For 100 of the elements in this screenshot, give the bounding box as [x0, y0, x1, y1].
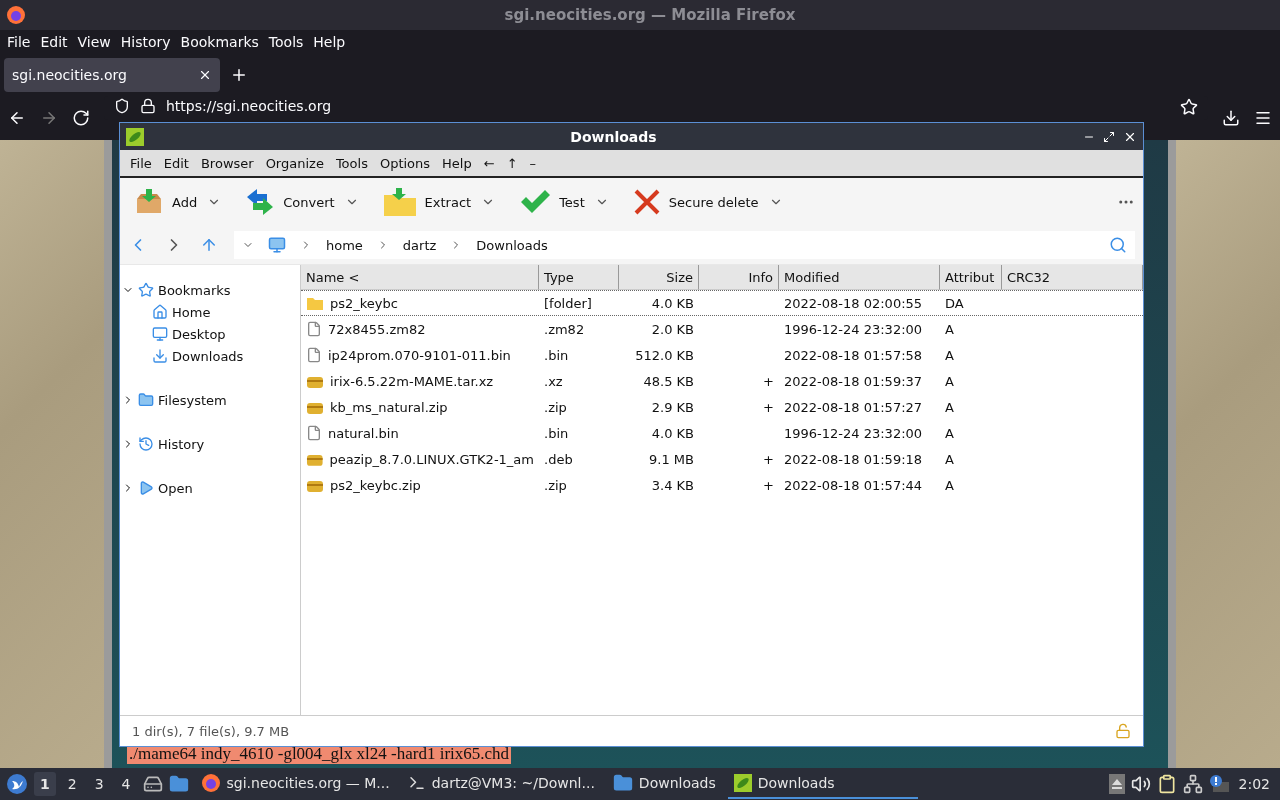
folder-icon[interactable] [168, 774, 189, 794]
menu-item[interactable]: File [2, 34, 36, 50]
menu-item[interactable]: Tools [263, 34, 309, 50]
forward-icon[interactable] [40, 109, 58, 127]
workspace-button[interactable]: 3 [88, 772, 110, 796]
menu-item[interactable]: Organize [259, 155, 330, 171]
network-icon[interactable] [1182, 774, 1203, 794]
column-header[interactable]: Modified [779, 265, 940, 290]
taskbar-item[interactable]: dartz@VM3: ~/Downl... [401, 769, 601, 799]
menu-item[interactable]: Bookmarks [175, 34, 264, 50]
table-cell-text: 4.0 KB [650, 424, 695, 443]
eject-icon[interactable] [1108, 774, 1125, 794]
file-row[interactable]: irix-6.5.22m-MAME.tar.xz .xz 48.5 KB + 2022-08-18 01:59:37 A [301, 368, 1143, 394]
peazip-icon [126, 127, 144, 146]
menu-item[interactable]: Help [436, 155, 478, 171]
table-cell-text: .xz [543, 372, 564, 391]
bookmark-star-icon[interactable] [1180, 98, 1198, 116]
toolbar-button[interactable]: Secure delete [626, 188, 765, 216]
start-menu-icon[interactable] [6, 773, 28, 795]
breadcrumb-item[interactable]: home [326, 237, 363, 253]
table-cell-text: .bin [543, 424, 570, 443]
taskbar-item[interactable]: Downloads [606, 769, 722, 799]
column-header[interactable]: CRC32 [1002, 265, 1143, 290]
menu-item[interactable]: Edit [157, 155, 195, 171]
menu-item[interactable]: Help [308, 34, 351, 50]
menu-icon[interactable] [1254, 109, 1272, 127]
toolbar-button[interactable]: Extract [376, 187, 478, 217]
tree-item[interactable]: Bookmarks [120, 279, 300, 301]
lock-icon [140, 98, 156, 114]
new-tab-icon[interactable] [230, 66, 248, 84]
toolbar-button[interactable]: Add [128, 187, 204, 217]
file-row[interactable]: natural.bin .bin 4.0 KB 1996-12-24 23:32:00 A [301, 420, 1143, 446]
file-name-cell[interactable]: irix-6.5.22m-MAME.tar.xz [301, 369, 539, 393]
volume-icon[interactable] [1130, 774, 1151, 794]
tree-label: Bookmarks [158, 282, 231, 298]
menu-item[interactable]: History [115, 34, 176, 50]
folder-icon [138, 392, 154, 408]
table-cell-text: 2022-08-18 01:59:18 [783, 450, 924, 469]
menu-item[interactable]: File [124, 155, 158, 171]
toolbar-button[interactable]: Test [513, 188, 591, 216]
file-row[interactable]: ps2_keybc [folder] 4.0 KB 2022-08-18 02:00:55 DA [301, 290, 1143, 316]
home-icon [152, 304, 168, 320]
workspace-button[interactable]: 1 [34, 772, 56, 796]
path-bar[interactable]: home dartz Downloads [234, 231, 1135, 259]
menu-item[interactable]: Browser [194, 155, 260, 171]
workspace-button[interactable]: 2 [61, 772, 83, 796]
table-cell-text: A [944, 450, 955, 469]
tree-item[interactable]: History [120, 433, 300, 455]
up-icon[interactable] [200, 236, 218, 254]
drive-icon[interactable] [142, 774, 163, 794]
file-name-cell[interactable]: 72x8455.zm82 [301, 317, 539, 341]
breadcrumb-item[interactable]: Downloads [476, 237, 548, 253]
column-header[interactable]: Type [539, 265, 619, 290]
workspace-button[interactable]: 4 [115, 772, 137, 796]
file-row[interactable]: 72x8455.zm82 .zm82 2.0 KB 1996-12-24 23:32:00 A [301, 316, 1143, 342]
menu-item[interactable]: Edit [35, 34, 73, 50]
menu-item[interactable]: – [523, 155, 543, 171]
taskbar-item[interactable]: Downloads [727, 769, 918, 799]
file-row[interactable]: kb_ms_natural.zip .zip 2.9 KB + 2022-08-18 01:57:27 A [301, 394, 1143, 420]
tree-item[interactable]: Downloads [120, 345, 300, 367]
file-row[interactable]: ps2_keybc.zip .zip 3.4 KB + 2022-08-18 01:57:44 A [301, 472, 1143, 498]
column-header[interactable]: Name < [301, 265, 539, 290]
menu-item[interactable]: ← [477, 155, 501, 171]
column-header[interactable]: Attribut [940, 265, 1002, 290]
tree-item[interactable]: Desktop [120, 323, 300, 345]
toolbar-button[interactable]: Convert [239, 187, 341, 217]
browser-tab[interactable]: sgi.neocities.org [4, 58, 220, 92]
file-row[interactable]: peazip_8.7.0.LINUX.GTK2-1_am .deb 9.1 MB + 2022-08-18 01:59:18 A [301, 446, 1143, 472]
status-text: 1 dir(s), 7 file(s), 9.7 MB [132, 723, 290, 739]
column-header[interactable]: Info [699, 265, 779, 290]
table-cell-text: 2022-08-18 01:57:58 [783, 346, 924, 365]
menu-item[interactable]: View [72, 34, 116, 50]
tree-item[interactable]: Home [120, 301, 300, 323]
file-row[interactable]: ip24prom.070-9101-011.bin .bin 512.0 KB 2022-08-18 01:57:58 A [301, 342, 1143, 368]
breadcrumb-item[interactable]: dartz [402, 237, 437, 253]
table-cell-text: 3.4 KB [650, 476, 695, 495]
file-name-cell[interactable]: ip24prom.070-9101-011.bin [301, 343, 539, 367]
tree-label: Filesystem [158, 392, 227, 408]
file-name-cell[interactable]: kb_ms_natural.zip [301, 395, 539, 419]
notification-icon[interactable] [1208, 774, 1229, 794]
file-name-cell[interactable]: ps2_keybc.zip [301, 473, 539, 497]
file-name-cell[interactable]: ps2_keybc [301, 291, 539, 315]
tree-item[interactable]: Filesystem [120, 389, 300, 411]
close-icon[interactable] [198, 68, 212, 82]
reload-icon[interactable] [72, 109, 90, 127]
search-icon[interactable] [1109, 236, 1127, 254]
menu-item[interactable]: Options [373, 155, 437, 171]
column-header[interactable]: Size [619, 265, 699, 290]
file-name-cell[interactable]: natural.bin [301, 421, 539, 445]
menu-item[interactable]: Tools [329, 155, 374, 171]
file-name-cell[interactable]: peazip_8.7.0.LINUX.GTK2-1_am [301, 447, 539, 471]
back-icon[interactable] [8, 109, 26, 127]
tree-item[interactable]: Open [120, 477, 300, 499]
table-cell-text: [folder] [543, 294, 593, 313]
menu-item[interactable]: ↑ [500, 155, 524, 171]
maximize-icon[interactable] [1103, 130, 1115, 143]
tree-label: Downloads [172, 348, 244, 364]
taskbar-item[interactable]: sgi.neocities.org — M... [194, 769, 396, 799]
download-icon[interactable] [1222, 109, 1240, 127]
table-cell-text: A [944, 320, 955, 339]
